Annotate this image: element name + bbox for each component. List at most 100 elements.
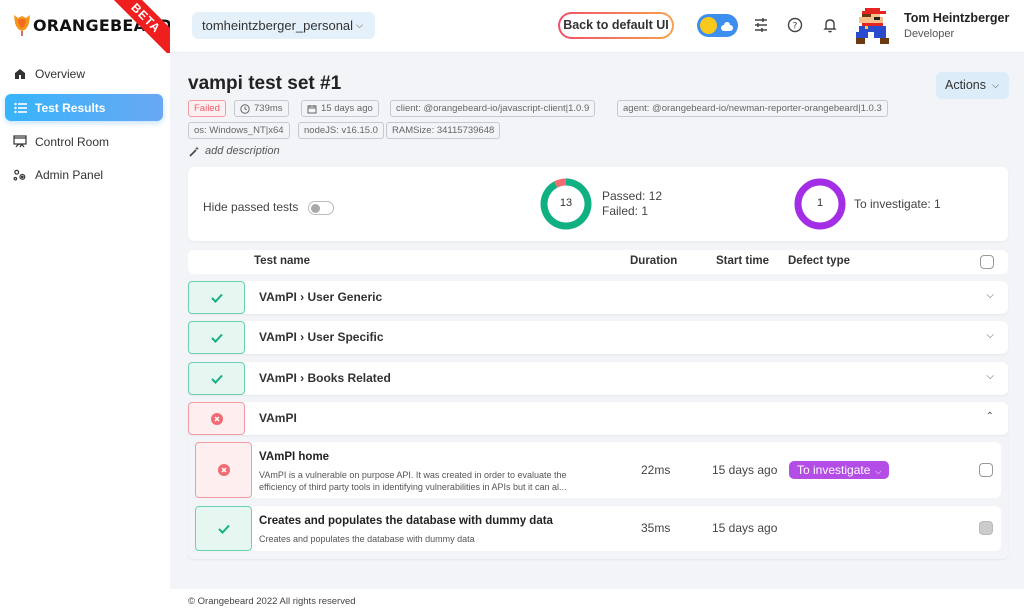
test-duration: 35ms bbox=[641, 521, 671, 535]
x-circle-icon bbox=[217, 464, 230, 476]
column-test-name[interactable]: Test name bbox=[254, 255, 310, 267]
passed-status-cell bbox=[188, 362, 245, 395]
notifications-button[interactable] bbox=[820, 15, 840, 35]
cloud-icon bbox=[721, 22, 733, 31]
table-row-group[interactable]: VAmPI ⌃ bbox=[188, 402, 1008, 435]
check-icon bbox=[210, 293, 223, 303]
column-defect-type[interactable]: Defect type bbox=[788, 255, 850, 267]
back-to-default-ui-label: Back to default UI bbox=[560, 14, 672, 37]
svg-text:?: ? bbox=[793, 22, 798, 32]
user-name: Tom Heintzberger bbox=[904, 11, 1010, 25]
check-icon bbox=[217, 524, 230, 534]
stats-card: Hide passed tests 13 Passed: 12 Failed: … bbox=[188, 167, 1008, 241]
row-checkbox[interactable] bbox=[979, 463, 993, 477]
sidebar-item-label: Test Results bbox=[35, 100, 106, 115]
table-row-test[interactable]: Creates and populates the database with … bbox=[195, 506, 1001, 551]
workspace-selector[interactable]: tomheintzberger_personal ⌵ bbox=[192, 12, 375, 39]
avatar[interactable] bbox=[856, 8, 892, 44]
sidebar-item-admin-panel[interactable]: Admin Panel bbox=[5, 161, 163, 188]
actions-label: Actions bbox=[945, 78, 986, 92]
brand[interactable]: ORANGEBEARD BETA bbox=[0, 0, 170, 53]
attribute-tag: nodeJS: v16.15.0 bbox=[298, 122, 384, 139]
sun-icon bbox=[700, 17, 717, 34]
sliders-icon bbox=[755, 18, 767, 32]
failed-status-cell bbox=[188, 402, 245, 435]
help-button[interactable]: ? bbox=[785, 15, 805, 35]
clock-icon bbox=[240, 103, 250, 114]
table-header: Test name Duration Start time Defect typ… bbox=[188, 250, 1008, 274]
help-icon: ? bbox=[787, 17, 803, 33]
failed-count: Failed: 1 bbox=[602, 204, 649, 218]
x-circle-icon bbox=[210, 412, 223, 425]
defect-type-dropdown[interactable]: To investigate ⌵ bbox=[789, 461, 890, 479]
attribute-tag: agent: @orangebeard-io/newman-reporter-o… bbox=[617, 100, 888, 117]
sidebar-item-label: Control Room bbox=[35, 134, 110, 149]
toggle-knob bbox=[311, 204, 320, 213]
passed-status-cell bbox=[188, 281, 245, 314]
column-duration[interactable]: Duration bbox=[630, 255, 677, 267]
dashboard-icon bbox=[13, 135, 27, 149]
table-row-group[interactable]: VAmPI › User Specific ⌵ bbox=[188, 321, 1008, 354]
test-title: Creates and populates the database with … bbox=[259, 515, 553, 527]
column-start-time[interactable]: Start time bbox=[716, 255, 769, 267]
chevron-down-icon: ⌵ bbox=[356, 20, 363, 30]
settings-sliders-button[interactable] bbox=[751, 15, 771, 35]
passed-status-cell bbox=[188, 321, 245, 354]
table-row-group[interactable]: VAmPI › Books Related ⌵ bbox=[188, 362, 1008, 395]
total-count: 13 bbox=[559, 197, 573, 209]
chevron-down-icon[interactable]: ⌵ bbox=[986, 371, 994, 382]
theme-toggle[interactable] bbox=[697, 14, 738, 37]
group-name: VAmPI › User Specific bbox=[259, 330, 384, 344]
test-title: VAmPI home bbox=[259, 451, 330, 463]
table-row-test[interactable]: VAmPI home VAmPI is a vulnerable on purp… bbox=[195, 442, 1001, 498]
status-badge: Failed bbox=[188, 100, 226, 117]
user-role: Developer bbox=[904, 28, 955, 40]
status-text: Failed bbox=[194, 103, 220, 114]
attribute-tag: os: Windows_NT|x64 bbox=[188, 122, 290, 139]
hide-passed-label: Hide passed tests bbox=[203, 200, 299, 214]
group-name: VAmPI › Books Related bbox=[259, 371, 391, 385]
home-icon bbox=[13, 67, 27, 81]
top-bar: ORANGEBEARD BETA tomheintzberger_persona… bbox=[0, 0, 1024, 53]
list-icon bbox=[13, 101, 27, 115]
passed-count: Passed: 12 bbox=[602, 189, 663, 203]
test-description: Creates and populates the database with … bbox=[259, 534, 475, 544]
sidebar-item-control-room[interactable]: Control Room bbox=[5, 128, 163, 155]
gears-icon bbox=[13, 168, 27, 182]
actions-button[interactable]: Actions ⌵ bbox=[936, 72, 1009, 99]
test-duration: 22ms bbox=[641, 463, 671, 477]
sidebar-item-overview[interactable]: Overview bbox=[5, 60, 163, 87]
calendar-icon bbox=[307, 104, 317, 113]
test-description: VAmPI is a vulnerable on purpose API. It… bbox=[259, 470, 567, 492]
attribute-tag: RAMSize: 34115739648 bbox=[386, 122, 501, 139]
select-all-checkbox[interactable] bbox=[980, 255, 994, 269]
start-time-text: 15 days ago bbox=[321, 103, 373, 114]
investigate-count: 1 bbox=[816, 197, 824, 209]
passed-status-cell bbox=[195, 506, 252, 551]
back-to-default-ui-button[interactable]: Back to default UI bbox=[558, 12, 674, 39]
table-row-group[interactable]: VAmPI › User Generic ⌵ bbox=[188, 281, 1008, 314]
duration-text: 739ms bbox=[254, 103, 283, 114]
hide-passed-toggle[interactable] bbox=[308, 201, 334, 215]
failed-slice bbox=[554, 178, 567, 188]
orangebeard-logo-icon bbox=[14, 15, 30, 36]
row-checkbox[interactable] bbox=[979, 521, 993, 535]
page-title: vampi test set #1 bbox=[188, 73, 342, 94]
chevron-down-icon: ⌵ bbox=[992, 80, 999, 90]
workspace-name: tomheintzberger_personal bbox=[202, 18, 354, 33]
failed-status-cell bbox=[195, 442, 252, 498]
add-description-link[interactable]: add description bbox=[189, 145, 280, 157]
chevron-up-icon[interactable]: ⌃ bbox=[986, 411, 994, 422]
magic-wand-icon bbox=[189, 146, 199, 157]
group-name: VAmPI › User Generic bbox=[259, 290, 383, 304]
chevron-down-icon[interactable]: ⌵ bbox=[986, 330, 994, 341]
group-name: VAmPI bbox=[259, 411, 297, 425]
check-icon bbox=[210, 333, 223, 343]
sidebar-item-test-results[interactable]: Test Results bbox=[5, 94, 163, 121]
sidebar-item-label: Admin Panel bbox=[35, 167, 104, 182]
add-description-label: add description bbox=[205, 145, 280, 157]
check-icon bbox=[210, 374, 223, 384]
chevron-down-icon[interactable]: ⌵ bbox=[986, 290, 994, 301]
defect-type-label: To investigate bbox=[797, 463, 871, 477]
footer: © Orangebeard 2022 All rights reserved bbox=[170, 589, 1024, 612]
